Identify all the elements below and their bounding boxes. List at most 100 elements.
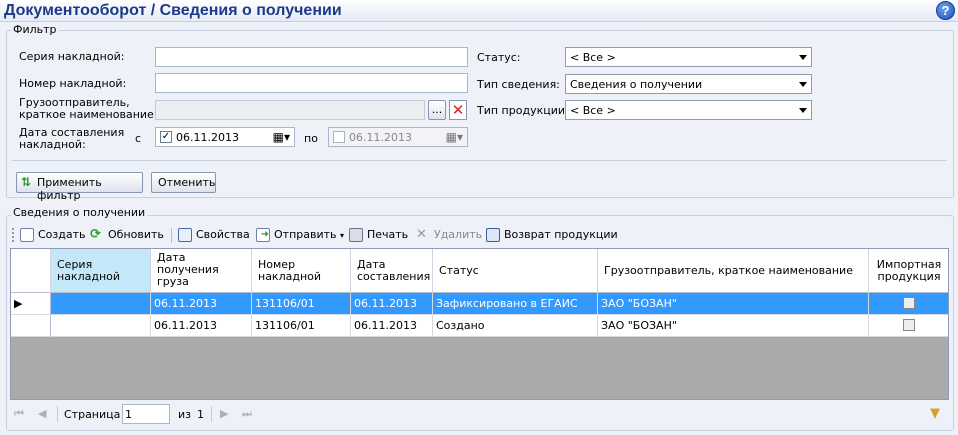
print-icon [349, 228, 363, 242]
number-label: Номер накладной: [19, 77, 127, 90]
table-header-received[interactable]: Дата получения груза [151, 249, 252, 293]
table-header-corner [11, 249, 51, 293]
calendar-icon[interactable]: ▦▾ [446, 130, 463, 144]
print-label: Печать [367, 228, 409, 241]
table-header-import[interactable]: Импортная продукция [869, 249, 948, 293]
first-page-icon[interactable]: ⏮ [14, 407, 24, 421]
total-pages: 1 [197, 408, 204, 421]
status-select[interactable]: < Все > [565, 47, 812, 67]
return-products-button[interactable]: Возврат продукции [486, 227, 618, 243]
pager-separator [57, 406, 58, 422]
cell-shipper: ЗАО "БОЗАН" [598, 293, 869, 315]
table-header-number[interactable]: Номер накладной [252, 249, 351, 293]
date-to-label: по [304, 132, 318, 145]
date-from-field[interactable]: ✓ 06.11.2013 ▦▾ [155, 127, 295, 147]
send-icon: ➜ [256, 228, 270, 242]
refresh-button[interactable]: ⟳ Обновить [90, 227, 164, 243]
date-from-value: 06.11.2013 [176, 131, 239, 144]
cell-series [51, 315, 151, 337]
table-row[interactable]: 06.11.2013 131106/01 06.11.2013 Создано … [11, 315, 948, 337]
cell-received: 06.11.2013 [151, 315, 252, 337]
info-type-select[interactable]: Сведения о получении [565, 74, 812, 94]
filter-icon[interactable]: ▼ [930, 406, 940, 421]
import-checkbox[interactable] [903, 319, 915, 331]
date-from-label: с [135, 132, 142, 145]
cell-date: 06.11.2013 [351, 315, 433, 337]
create-button[interactable]: Создать [20, 227, 86, 243]
cell-status: Создано [433, 315, 598, 337]
table-header-series[interactable]: Серия накладной [51, 249, 151, 293]
cell-series [51, 293, 151, 315]
refresh-label: Обновить [108, 228, 164, 241]
toolbar-separator [171, 228, 172, 243]
properties-button[interactable]: Свойства [178, 227, 250, 243]
page-title: Документооборот / Сведения о получении [4, 2, 342, 19]
table-header-date[interactable]: Дата составления [351, 249, 433, 293]
date-to-field[interactable]: 06.11.2013 ▦▾ [328, 127, 468, 147]
toolbar-grip [12, 228, 14, 242]
send-button[interactable]: ➜ Отправить ▾ [256, 227, 344, 243]
cell-status: Зафиксировано в ЕГАИС [433, 293, 598, 315]
calendar-icon[interactable]: ▦▾ [273, 130, 290, 144]
page-input[interactable]: 1 [122, 404, 170, 424]
title-bar: Документооборот / Сведения о получении ? [0, 0, 958, 22]
cell-shipper: ЗАО "БОЗАН" [598, 315, 869, 337]
prev-page-icon[interactable]: ◀ [38, 407, 46, 420]
shipper-label-line2: краткое наименование: [19, 108, 158, 121]
pager-separator [211, 406, 212, 422]
date-to-value: 06.11.2013 [349, 131, 412, 144]
properties-icon [178, 228, 192, 242]
date-from-checkbox[interactable]: ✓ [160, 131, 172, 143]
shipper-label: Грузоотправитель, краткое наименование: [19, 97, 158, 121]
delete-label: Удалить [434, 228, 483, 241]
return-products-label: Возврат продукции [504, 228, 618, 241]
import-checkbox[interactable] [903, 297, 915, 309]
series-label: Серия накладной: [19, 50, 125, 63]
browse-button[interactable]: ... [428, 100, 446, 120]
product-type-label: Тип продукции: [477, 104, 569, 117]
cell-received: 06.11.2013 [151, 293, 252, 315]
delete-icon: ✕ [416, 227, 427, 242]
product-type-select-value: < Все > [570, 104, 616, 117]
records-group-label: Сведения о получении [11, 206, 148, 219]
info-type-select-value: Сведения о получении [570, 78, 703, 91]
cell-number: 131106/01 [252, 293, 351, 315]
next-page-icon[interactable]: ▶ [220, 407, 228, 420]
cell-import [869, 293, 948, 315]
number-input[interactable] [155, 73, 468, 93]
new-document-icon [20, 228, 34, 242]
chevron-down-icon [799, 55, 807, 60]
records-table: Серия накладной Дата получения груза Ном… [10, 248, 949, 400]
table-row[interactable]: ▶ 06.11.2013 131106/01 06.11.2013 Зафикс… [11, 293, 948, 315]
chevron-down-icon: ▾ [340, 231, 345, 240]
chevron-down-icon [799, 82, 807, 87]
table-header-shipper[interactable]: Грузоотправитель, краткое наименование [598, 249, 869, 293]
date-label: Дата составления накладной: [19, 127, 124, 151]
create-label: Создать [38, 228, 86, 241]
shipper-input [155, 100, 425, 120]
delete-button[interactable]: ✕ Удалить [416, 227, 482, 243]
cell-number: 131106/01 [252, 315, 351, 337]
date-label-line2: накладной: [19, 138, 86, 151]
refresh-icon: ⟳ [90, 227, 101, 242]
table-header-status[interactable]: Статус [433, 249, 598, 293]
clear-icon[interactable]: ✕ [449, 100, 467, 120]
product-type-select[interactable]: < Все > [565, 100, 812, 120]
status-select-value: < Все > [570, 51, 616, 64]
pager: ⏮ ◀ Страница 1 из 1 ▶ ⏭ ▼ [10, 402, 949, 428]
filter-divider [12, 160, 947, 161]
properties-label: Свойства [196, 228, 250, 241]
series-input[interactable] [155, 47, 468, 67]
status-label: Статус: [477, 51, 521, 64]
apply-filter-label: Применить фильтр [37, 176, 102, 202]
apply-filter-button[interactable]: ⇅ Применить фильтр [16, 172, 143, 202]
date-to-checkbox[interactable] [333, 131, 345, 143]
row-indicator: ▶ [11, 293, 51, 315]
help-icon[interactable]: ? [936, 1, 955, 20]
return-products-icon [486, 228, 500, 242]
send-label: Отправить [274, 228, 337, 241]
page-label: Страница [64, 408, 121, 421]
last-page-icon[interactable]: ⏭ [242, 407, 252, 421]
print-button[interactable]: Печать [349, 227, 408, 243]
cancel-filter-button[interactable]: Отменить [151, 172, 216, 193]
